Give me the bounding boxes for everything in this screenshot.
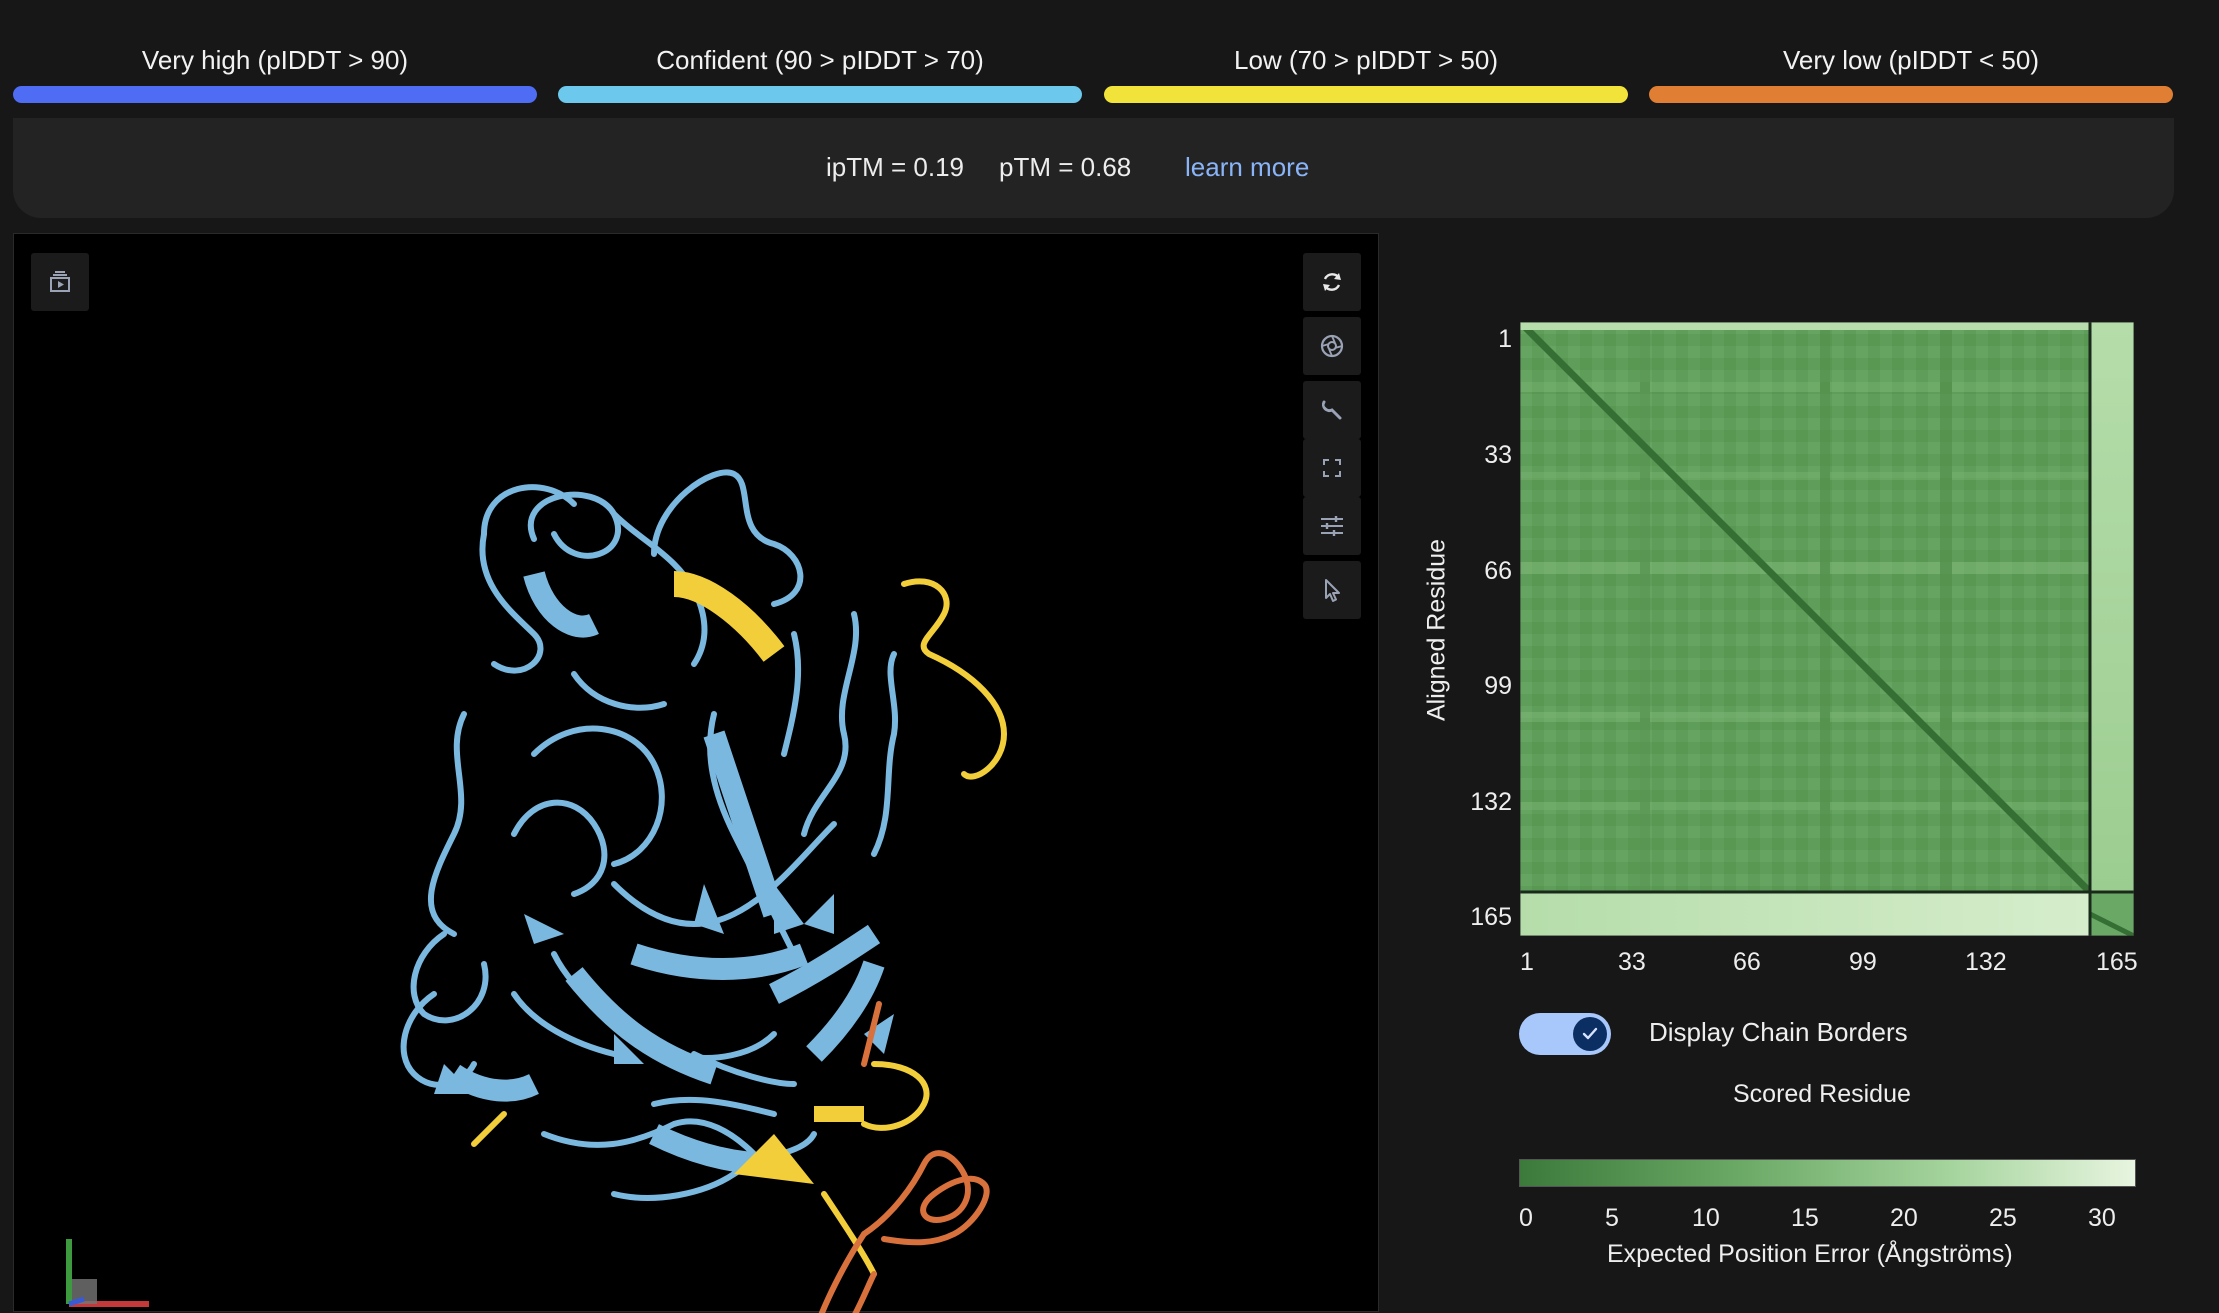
- pae-x-tick-165: 165: [2096, 948, 2138, 976]
- legend-very-high-label: Very high (pIDDT > 90): [141, 45, 409, 75]
- pae-x-tick-33: 33: [1618, 948, 1646, 976]
- toggle-knob: [1573, 1017, 1607, 1051]
- pae-y-tick-132: 132: [1470, 788, 1512, 816]
- pae-y-tick-66: 66: [1484, 557, 1512, 585]
- chain-borders-label: Display Chain Borders: [1649, 1017, 1908, 1047]
- colorbar-tick-20: 20: [1890, 1204, 1918, 1232]
- metrics-panel: ipTM = 0.19 pTM = 0.68 learn more: [13, 118, 2174, 218]
- axis-gizmo-icon: [66, 1239, 149, 1307]
- colorbar-label: Expected Position Error (Ångströms): [1607, 1240, 2013, 1268]
- checkmark-icon: [1582, 1027, 1598, 1040]
- pae-y-axis-label: Aligned Residue: [1422, 538, 1451, 722]
- legend-confident-label: Confident (90 > pIDDT > 70): [656, 45, 984, 75]
- legend-very-high-bar: [13, 86, 537, 103]
- protein-structure[interactable]: [14, 234, 1380, 1313]
- structure-viewer[interactable]: [13, 233, 1380, 1313]
- colorbar-tick-5: 5: [1605, 1204, 1619, 1232]
- colorbar-tick-10: 10: [1692, 1204, 1720, 1232]
- legend-very-high: Very high (pIDDT > 90): [13, 40, 537, 103]
- pae-x-tick-99: 99: [1849, 948, 1877, 976]
- colorbar-tick-30: 30: [2088, 1204, 2116, 1232]
- pae-y-tick-1: 1: [1498, 325, 1512, 353]
- pae-y-tick-99: 99: [1484, 672, 1512, 700]
- pae-x-tick-132: 132: [1965, 948, 2007, 976]
- legend-very-low: Very low (pIDDT < 50): [1649, 40, 2173, 103]
- legend-confident-bar: [558, 86, 1082, 103]
- pae-x-tick-1: 1: [1520, 948, 1534, 976]
- legend-very-low-label: Very low (pIDDT < 50): [1782, 45, 2039, 75]
- legend-confident: Confident (90 > pIDDT > 70): [558, 40, 1082, 103]
- legend-low-bar: [1104, 86, 1628, 103]
- pae-y-tick-33: 33: [1484, 441, 1512, 469]
- legend-low-label: Low (70 > pIDDT > 50): [1234, 45, 1498, 75]
- learn-more-link[interactable]: learn more: [1185, 152, 1309, 183]
- iptm-score: ipTM = 0.19: [826, 152, 965, 182]
- legend-very-low-bar: [1649, 86, 2173, 103]
- pae-heatmap[interactable]: [1520, 322, 2134, 936]
- pae-y-tick-165: 165: [1470, 903, 1512, 931]
- pae-x-tick-66: 66: [1733, 948, 1761, 976]
- colorbar-tick-0: 0: [1519, 1204, 1533, 1232]
- legend-low: Low (70 > pIDDT > 50): [1104, 40, 1628, 103]
- colorbar-tick-25: 25: [1989, 1204, 2017, 1232]
- pae-x-axis-label: Scored Residue: [1733, 1080, 1911, 1108]
- pae-colorbar: [1519, 1159, 2136, 1187]
- chain-borders-toggle[interactable]: [1519, 1013, 1611, 1055]
- colorbar-tick-15: 15: [1791, 1204, 1819, 1232]
- ptm-score: pTM = 0.68: [999, 152, 1132, 182]
